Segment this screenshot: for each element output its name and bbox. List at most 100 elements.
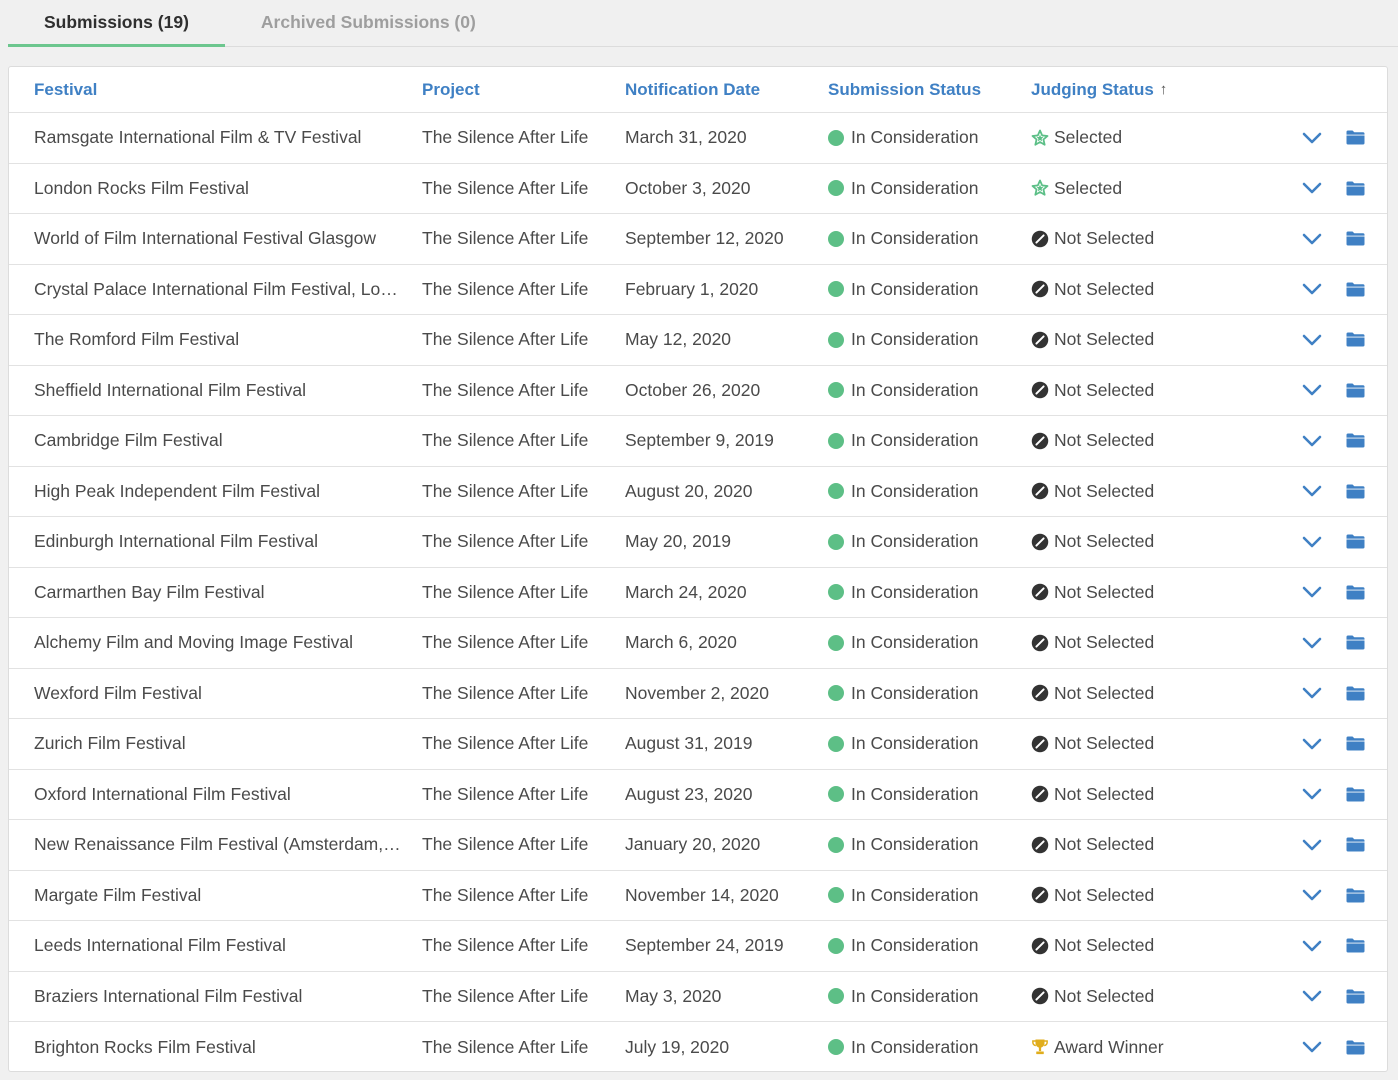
folder-icon[interactable] xyxy=(1343,719,1367,769)
status-dot-icon xyxy=(828,533,844,550)
table-row: The Romford Film Festival The Silence Aft… xyxy=(9,315,1387,366)
expand-row-chevron-icon[interactable] xyxy=(1299,467,1325,517)
festival-cell: World of Film International Festival Gla… xyxy=(34,214,402,264)
festival-cell: The Romford Film Festival xyxy=(34,315,402,365)
expand-row-chevron-icon[interactable] xyxy=(1299,719,1325,769)
expand-row-chevron-icon[interactable] xyxy=(1299,1022,1325,1071)
folder-icon[interactable] xyxy=(1343,416,1367,466)
expand-row-chevron-icon[interactable] xyxy=(1299,164,1325,214)
folder-icon[interactable] xyxy=(1343,315,1367,365)
expand-row-chevron-icon[interactable] xyxy=(1299,366,1325,416)
not-selected-icon xyxy=(1031,230,1049,248)
festival-cell: Carmarthen Bay Film Festival xyxy=(34,568,402,618)
expand-row-chevron-icon[interactable] xyxy=(1299,921,1325,971)
submission-status-cell: In Consideration xyxy=(828,921,1018,971)
folder-icon[interactable] xyxy=(1343,517,1367,567)
notification-date-cell: November 2, 2020 xyxy=(625,669,815,719)
folder-icon[interactable] xyxy=(1343,972,1367,1022)
submission-status: In Consideration xyxy=(851,531,979,552)
project-name: The Silence After Life xyxy=(422,127,589,148)
status-dot-icon xyxy=(828,432,844,449)
not-selected-icon xyxy=(1031,836,1049,854)
project-cell: The Silence After Life xyxy=(422,770,612,820)
project-name: The Silence After Life xyxy=(422,379,589,400)
folder-icon[interactable] xyxy=(1343,113,1367,163)
submission-status: In Consideration xyxy=(851,430,979,451)
expand-row-chevron-icon[interactable] xyxy=(1299,871,1325,921)
table-row: Crystal Palace International Film Festiv… xyxy=(9,265,1387,315)
festival-name: Oxford International Film Festival xyxy=(34,783,291,804)
expand-row-chevron-icon[interactable] xyxy=(1299,416,1325,466)
festival-cell: Brighton Rocks Film Festival xyxy=(34,1022,402,1071)
column-header-judging-status[interactable]: Judging Status ↑ xyxy=(1031,67,1261,112)
expand-row-chevron-icon[interactable] xyxy=(1299,517,1325,567)
not-selected-icon xyxy=(1031,583,1049,601)
table-row: Cambridge Film Festival The Silence After… xyxy=(9,416,1387,467)
table-row: Ramsgate International Film & TV Festiva… xyxy=(9,113,1387,164)
folder-icon[interactable] xyxy=(1343,618,1367,668)
expand-row-chevron-icon[interactable] xyxy=(1299,770,1325,820)
notification-date-cell: March 24, 2020 xyxy=(625,568,815,618)
folder-icon[interactable] xyxy=(1343,164,1367,214)
expand-row-chevron-icon[interactable] xyxy=(1299,618,1325,668)
project-name: The Silence After Life xyxy=(422,531,589,552)
judging-status: Not Selected xyxy=(1054,834,1155,855)
tab-archived-submissions[interactable]: Archived Submissions (0) xyxy=(225,0,512,47)
submission-status-cell: In Consideration xyxy=(828,517,1018,567)
column-header-project[interactable]: Project xyxy=(422,67,612,112)
notification-date: May 3, 2020 xyxy=(625,985,722,1006)
folder-icon[interactable] xyxy=(1343,1022,1367,1071)
folder-icon[interactable] xyxy=(1343,820,1367,870)
judging-status: Not Selected xyxy=(1054,935,1155,956)
submission-status-cell: In Consideration xyxy=(828,972,1018,1022)
expand-row-chevron-icon[interactable] xyxy=(1299,568,1325,618)
project-cell: The Silence After Life xyxy=(422,618,612,668)
festival-name: High Peak Independent Film Festival xyxy=(34,480,320,501)
folder-icon[interactable] xyxy=(1343,669,1367,719)
notification-date: November 14, 2020 xyxy=(625,884,779,905)
expand-row-chevron-icon[interactable] xyxy=(1299,214,1325,264)
project-cell: The Silence After Life xyxy=(422,517,612,567)
column-header-notification-date[interactable]: Notification Date xyxy=(625,67,815,112)
table-row: New Renaissance Film Festival (Amsterdam… xyxy=(9,820,1387,871)
judging-status: Not Selected xyxy=(1054,228,1155,249)
notification-date: September 9, 2019 xyxy=(625,430,774,451)
folder-icon[interactable] xyxy=(1343,871,1367,921)
notification-date: August 31, 2019 xyxy=(625,733,753,754)
folder-icon[interactable] xyxy=(1343,921,1367,971)
project-name: The Silence After Life xyxy=(422,1036,589,1057)
expand-row-chevron-icon[interactable] xyxy=(1299,820,1325,870)
notification-date-cell: May 12, 2020 xyxy=(625,315,815,365)
column-header-submission-status[interactable]: Submission Status xyxy=(828,67,1018,112)
notification-date: August 20, 2020 xyxy=(625,480,753,501)
folder-icon[interactable] xyxy=(1343,467,1367,517)
column-header-festival[interactable]: Festival xyxy=(34,67,402,112)
festival-cell: Crystal Palace International Film Festiv… xyxy=(34,265,402,315)
expand-row-chevron-icon[interactable] xyxy=(1299,265,1325,315)
expand-row-chevron-icon[interactable] xyxy=(1299,315,1325,365)
judging-status-cell: Not Selected xyxy=(1031,719,1261,769)
status-dot-icon xyxy=(828,988,844,1005)
notification-date-cell: September 12, 2020 xyxy=(625,214,815,264)
folder-icon[interactable] xyxy=(1343,265,1367,315)
expand-row-chevron-icon[interactable] xyxy=(1299,972,1325,1022)
submission-status-cell: In Consideration xyxy=(828,315,1018,365)
notification-date: March 31, 2020 xyxy=(625,127,747,148)
status-dot-icon xyxy=(828,685,844,702)
notification-date: May 20, 2019 xyxy=(625,531,732,552)
project-name: The Silence After Life xyxy=(422,430,589,451)
folder-icon[interactable] xyxy=(1343,214,1367,264)
expand-row-chevron-icon[interactable] xyxy=(1299,669,1325,719)
project-name: The Silence After Life xyxy=(422,834,589,855)
festival-cell: Oxford International Film Festival xyxy=(34,770,402,820)
folder-icon[interactable] xyxy=(1343,366,1367,416)
not-selected-icon xyxy=(1031,987,1049,1005)
project-cell: The Silence After Life xyxy=(422,921,612,971)
expand-row-chevron-icon[interactable] xyxy=(1299,113,1325,163)
judging-status: Not Selected xyxy=(1054,783,1155,804)
festival-name: Leeds International Film Festival xyxy=(34,935,286,956)
judging-status-cell: Not Selected xyxy=(1031,214,1261,264)
tab-submissions[interactable]: Submissions (19) xyxy=(8,0,225,47)
folder-icon[interactable] xyxy=(1343,770,1367,820)
folder-icon[interactable] xyxy=(1343,568,1367,618)
